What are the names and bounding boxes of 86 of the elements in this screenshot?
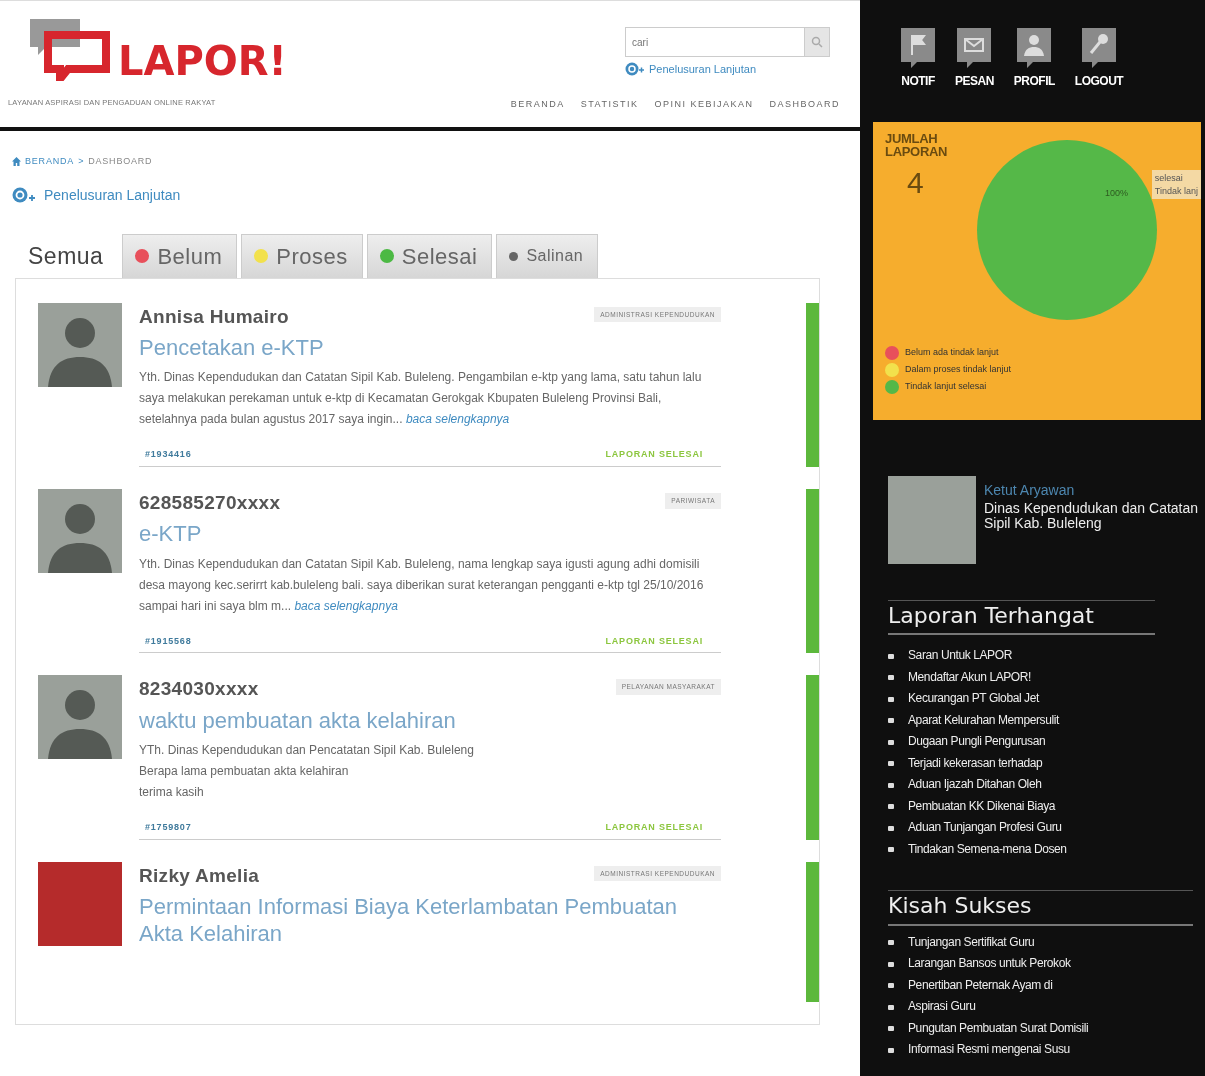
- breadcrumb-link[interactable]: DASHBOARD: [88, 155, 153, 169]
- report-link[interactable]: Aduan Tunjangan Profesi Guru: [908, 817, 1062, 839]
- bullet-icon: [888, 961, 894, 967]
- profile-agency: Dinas Kependudukan dan Catatan Sipil Kab. Buleleng: [984, 501, 1200, 531]
- report-link[interactable]: Aduan Ijazah Ditahan Oleh: [908, 774, 1042, 796]
- bullet-icon: [888, 804, 894, 810]
- bullet-icon: [888, 940, 894, 946]
- author-name[interactable]: Rizky Amelia: [139, 861, 260, 891]
- advanced-search-link[interactable]: Penelusuran Lanjutan: [649, 61, 757, 78]
- report-link[interactable]: Pungutan Pembuatan Surat Domisili: [908, 1017, 1089, 1040]
- report-link[interactable]: Saran Untuk LAPOR: [908, 645, 1012, 667]
- search-field[interactable]: cari: [625, 27, 804, 57]
- person-icon: [1017, 28, 1052, 68]
- profile-name[interactable]: Ketut Aryawan: [984, 480, 1205, 501]
- report-link[interactable]: Pembuatan KK Dikenai Biaya: [908, 795, 1056, 818]
- author-name[interactable]: 8234030xxxx: [139, 675, 259, 704]
- bullet-icon: [888, 1047, 894, 1053]
- bullet-icon: [888, 675, 894, 681]
- envelope-icon: [957, 28, 992, 68]
- bullet-icon: [888, 761, 894, 767]
- report-link[interactable]: Kecurangan PT Global Jet: [908, 688, 1039, 710]
- report-id: #1934416: [145, 448, 192, 462]
- report-link[interactable]: Larangan Bansos untuk Perokok: [908, 953, 1071, 975]
- report-status: LAPORAN SELESAI: [605, 448, 703, 462]
- slice-label: 100%: [1105, 188, 1129, 198]
- section-heading: Kisah Sukses: [888, 890, 1193, 926]
- search-plus-icon: [12, 187, 36, 203]
- report-text: Yth. Dinas Kependudukan dan Catatan Sipil Kab. Buleleng, nama lengkap saya igusti agung adhi domisili desa mayong kec.serirrt kab.buleleng bali. saya diberikan surat keterangan pengganti e-ktp tgl 25/10/2016 sampai hari ini saya blm m... baca selengkapnya: [139, 555, 705, 615]
- author-name[interactable]: 628585270xxxx: [139, 488, 281, 518]
- breadcrumb-separator: >: [78, 155, 85, 168]
- nav-link[interactable]: STATISTIK: [580, 97, 639, 111]
- report-link[interactable]: Tindakan Semena-mena Dosen: [908, 838, 1067, 861]
- report-link[interactable]: Dugaan Pungli Pengurusan: [908, 731, 1046, 753]
- report-id: #1759807: [145, 821, 192, 835]
- search-icon: [811, 36, 823, 48]
- bullet-icon: [888, 983, 894, 989]
- filter-tab[interactable]: Proses: [241, 233, 363, 278]
- report-link[interactable]: Terjadi kekerasan terhadap: [908, 752, 1043, 775]
- nav-link[interactable]: DASHBOARD: [769, 97, 840, 111]
- chart-tooltip: selesai Tindak lanj: [1151, 170, 1201, 200]
- report-count: 4: [907, 168, 925, 198]
- key-icon: [1082, 28, 1116, 68]
- flag-icon: [901, 28, 935, 68]
- read-more-link[interactable]: baca selengkapnya: [405, 412, 510, 427]
- bullet-icon: [888, 1026, 894, 1032]
- user-menu-button[interactable]: PESAN: [955, 28, 994, 122]
- search-button[interactable]: [804, 27, 830, 57]
- legend-label: Belum ada tindak lanjut: [905, 346, 999, 360]
- bullet-icon: [888, 718, 894, 724]
- report-text: Yth. Dinas Kependudukan dan Catatan Sipil Kab. Buleleng. Pengambilan e-ktp yang lama, satu tahun lalu saya melakukan perekaman untuk e-ktp di Kecamatan Gerokgak Kbupaten Buleleng Provinsi Bali, setelahnya pada bulan agustus 2017 saya ingin... baca selengkapnya: [139, 369, 703, 429]
- breadcrumb-link[interactable]: BERANDA: [25, 155, 75, 169]
- filter-tab[interactable]: Salinan: [496, 233, 599, 278]
- report-text: YTh. Dinas Kependudukan dan Pencatatan Sipil Kab. Buleleng Berapa lama pembuatan akta kelahiran terima kasih: [139, 742, 475, 802]
- summary-title: JUMLAH LAPORAN: [885, 132, 949, 158]
- report-link[interactable]: Mendaftar Akun LAPOR!: [908, 666, 1031, 689]
- bullet-icon: [888, 739, 894, 745]
- nav-link[interactable]: BERANDA: [510, 97, 565, 111]
- user-menu-button[interactable]: NOTIF: [901, 28, 935, 122]
- bullet-icon: [888, 696, 894, 702]
- bullet-icon: [888, 1004, 894, 1010]
- filter-tab[interactable]: Belum: [122, 233, 238, 278]
- legend-label: Dalam proses tindak lanjut: [905, 363, 1012, 377]
- user-menu-button[interactable]: LOGOUT: [1074, 28, 1124, 122]
- author-name[interactable]: Annisa Humairo: [139, 302, 289, 331]
- section-heading: Laporan Terhangat: [888, 600, 1155, 636]
- bullet-icon: [888, 825, 894, 831]
- advanced-search-link[interactable]: Penelusuran Lanjutan: [44, 184, 181, 206]
- bullet-icon: [888, 653, 894, 659]
- report-id: #1915568: [145, 634, 192, 648]
- user-menu-button[interactable]: PROFIL: [1013, 28, 1055, 122]
- report-link[interactable]: Informasi Resmi mengenai Susu: [908, 1039, 1070, 1061]
- read-more-link[interactable]: baca selengkapnya: [294, 598, 398, 613]
- report-link[interactable]: Penertiban Peternak Ayam di: [908, 974, 1053, 997]
- report-link[interactable]: Tunjangan Sertifikat Guru: [908, 931, 1035, 954]
- report-link[interactable]: Aparat Kelurahan Mempersulit: [908, 709, 1059, 732]
- report-link[interactable]: Aspirasi Guru: [908, 996, 976, 1018]
- logo-text: LAPOR!: [118, 41, 287, 81]
- legend-label: Tindak lanjut selesai: [905, 380, 987, 394]
- report-status: LAPORAN SELESAI: [605, 634, 703, 648]
- report-status: LAPORAN SELESAI: [605, 821, 703, 835]
- nav-link[interactable]: OPINI KEBIJAKAN: [654, 97, 754, 111]
- filter-tab[interactable]: Selesai: [366, 233, 493, 278]
- bullet-icon: [888, 847, 894, 853]
- search-plus-icon: [625, 62, 645, 77]
- home-icon: [12, 157, 21, 167]
- bullet-icon: [888, 782, 894, 788]
